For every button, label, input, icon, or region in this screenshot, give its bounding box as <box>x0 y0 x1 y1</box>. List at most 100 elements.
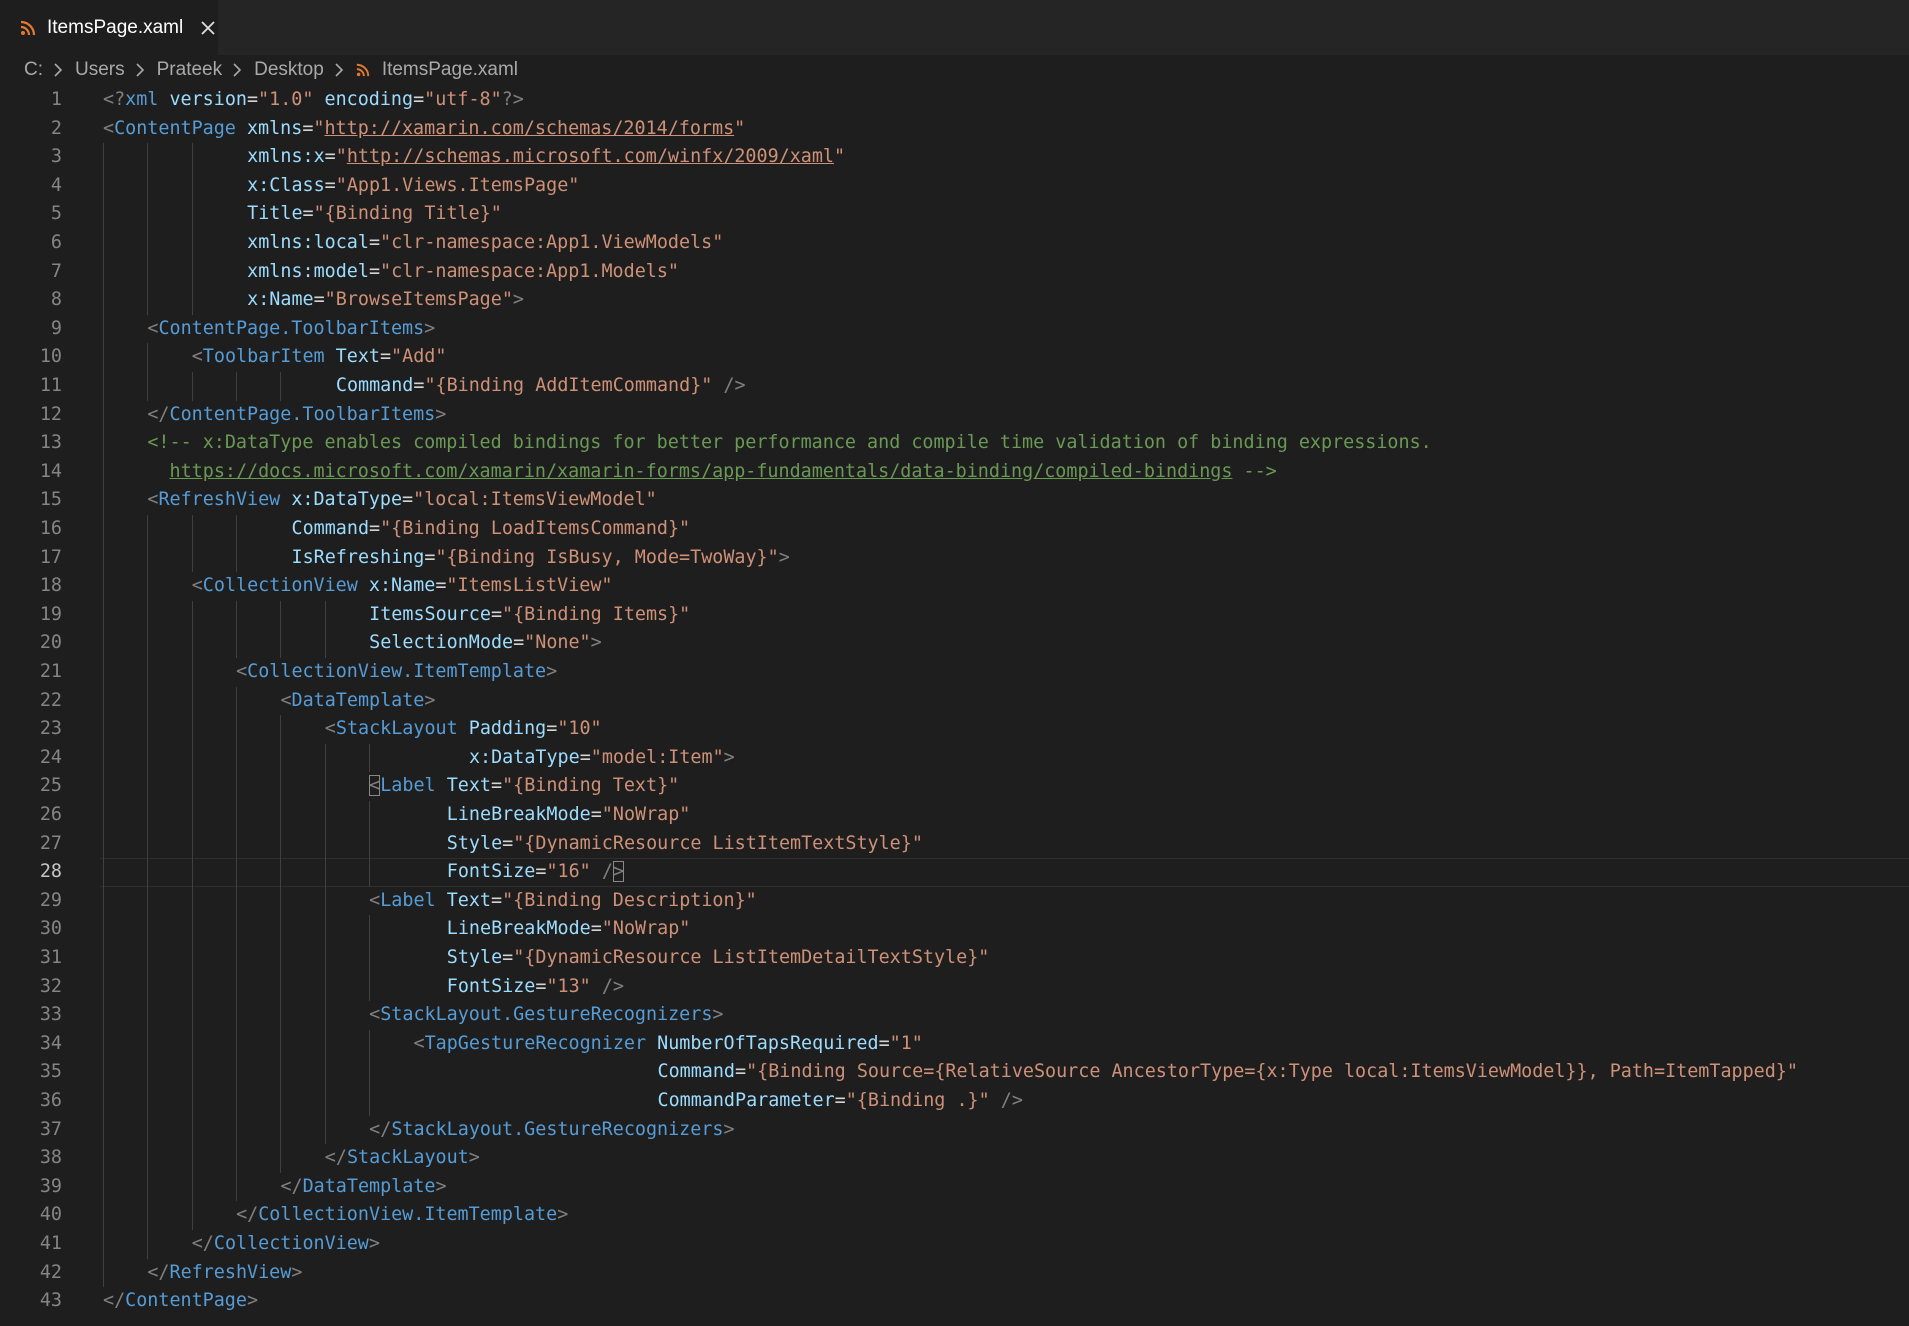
code-token: = <box>502 832 514 854</box>
code-token: > <box>590 632 602 654</box>
code-text: Command="{Binding LoadItemsCommand}" <box>292 515 691 544</box>
code-line[interactable]: 33 <StackLayout.GestureRecognizers> <box>0 1001 1909 1030</box>
code-text: <CollectionView.ItemTemplate> <box>236 658 557 687</box>
code-line[interactable]: 27 Style="{DynamicResource ListItemTextSt… <box>0 829 1909 859</box>
code-text: <Label Text="{Binding Description}" <box>369 887 757 916</box>
indent-guide <box>191 1058 193 1087</box>
code-line[interactable]: 7 xmlns:model="clr-namespace:App1.Models" <box>0 257 1909 287</box>
breadcrumb-item[interactable]: Desktop <box>254 59 324 81</box>
indent-guide <box>324 944 326 973</box>
code-token: > <box>424 689 436 711</box>
code-line[interactable]: 21 <CollectionView.ItemTemplate> <box>0 658 1909 687</box>
indent-guide <box>147 743 149 773</box>
indent-guide <box>369 972 371 1002</box>
code-editor[interactable]: 1 <?xml version="1.0" encoding="utf-8"?> 2… <box>0 86 1909 1326</box>
code-line[interactable]: 40 </CollectionView.ItemTemplate> <box>0 1201 1909 1230</box>
code-line[interactable]: 42 </RefreshView> <box>0 1258 1909 1288</box>
code-line[interactable]: 18 <CollectionView x:Name="ItemsListView" <box>0 572 1909 601</box>
code-line[interactable]: 41 </CollectionView> <box>0 1230 1909 1259</box>
code-token: Title <box>247 203 303 225</box>
indent-guide <box>280 372 282 401</box>
indent-guide <box>191 515 193 544</box>
code-line[interactable]: 10 <ToolbarItem Text="Add" <box>0 343 1909 372</box>
code-token: " <box>834 146 846 168</box>
code-line[interactable]: 14 https://docs.microsoft.com/xamarin/xam… <box>0 457 1909 487</box>
code-line[interactable]: 11 Command="{Binding AddItemCommand}" /> <box>0 372 1909 401</box>
code-line[interactable]: 36 CommandParameter="{Binding .}" /> <box>0 1087 1909 1116</box>
code-line[interactable]: 29 <Label Text="{Binding Description}" <box>0 886 1909 916</box>
indent-guide <box>147 915 149 944</box>
code-text: </CollectionView> <box>192 1230 380 1259</box>
code-text: FontSize="16" /> <box>447 858 624 887</box>
code-line[interactable]: 38 </StackLayout> <box>0 1144 1909 1173</box>
indent-guide <box>236 915 238 944</box>
code-line[interactable]: 37 </StackLayout.GestureRecognizers> <box>0 1115 1909 1145</box>
indent-guide <box>103 343 104 372</box>
code-line[interactable]: 6 xmlns:local="clr-namespace:App1.ViewMod… <box>0 229 1909 258</box>
code-token: x:Name <box>368 575 436 597</box>
tab-label: ItemsPage.xaml <box>47 16 184 38</box>
indent-guide <box>369 915 371 944</box>
code-token: = <box>369 518 381 539</box>
code-line[interactable]: 5 Title="{Binding Title}" <box>0 200 1909 229</box>
code-token: = <box>413 375 425 396</box>
code-line[interactable]: 26 LineBreakMode="NoWrap" <box>0 801 1909 830</box>
code-line[interactable]: 43 </ContentPage> <box>0 1287 1909 1316</box>
code-line[interactable]: 34 <TapGestureRecognizer NumberOfTapsRequ… <box>0 1029 1909 1059</box>
code-line[interactable]: 28 FontSize="16" /> <box>0 858 1909 887</box>
breadcrumb-item[interactable]: Users <box>75 59 125 81</box>
code-line[interactable]: 8 x:Name="BrowseItemsPage"> <box>0 286 1909 315</box>
code-token: ToolbarItem <box>202 346 325 368</box>
code-line[interactable]: 16 Command="{Binding LoadItemsCommand}" <box>0 515 1909 544</box>
code-line[interactable]: 31 Style="{DynamicResource ListItemDetail… <box>0 944 1909 973</box>
code-line[interactable]: 32 FontSize="13" /> <box>0 972 1909 1002</box>
code-line[interactable]: 22 <DataTemplate> <box>0 686 1909 716</box>
code-token: < <box>413 1032 425 1054</box>
code-line[interactable]: 9 <ContentPage.ToolbarItems> <box>0 314 1909 344</box>
code-token: Text <box>446 889 491 911</box>
code-token: http://schemas.microsoft.com/winfx/2009/… <box>346 146 835 168</box>
indent-guide <box>324 1001 326 1030</box>
breadcrumb-item[interactable]: C: <box>24 59 43 81</box>
code-line[interactable]: 30 LineBreakMode="NoWrap" <box>0 915 1909 944</box>
indent-guide <box>236 543 238 573</box>
code-token: > <box>291 1261 303 1283</box>
code-line[interactable]: 20 SelectionMode="None"> <box>0 629 1909 658</box>
indent-guide <box>236 1058 238 1087</box>
code-line[interactable]: 12 </ContentPage.ToolbarItems> <box>0 400 1909 430</box>
code-line[interactable]: 25 <Label Text="{Binding Text}" <box>0 772 1909 801</box>
indent-guide <box>147 886 149 916</box>
code-line[interactable]: 23 <StackLayout Padding="10" <box>0 715 1909 744</box>
line-number: 18 <box>39 575 62 597</box>
indent-guide <box>369 801 371 830</box>
code-line[interactable]: 2 <ContentPage xmlns="http://xamarin.com/… <box>0 115 1909 144</box>
code-line[interactable]: 1 <?xml version="1.0" encoding="utf-8"?> <box>0 86 1909 115</box>
code-line[interactable]: 13 <!-- x:DataType enables compiled bindi… <box>0 429 1909 458</box>
indent-guide <box>103 1087 104 1116</box>
code-line[interactable]: 39 </DataTemplate> <box>0 1172 1909 1202</box>
code-line[interactable]: 35 Command="{Binding Source={RelativeSour… <box>0 1058 1909 1087</box>
tab-itemspage[interactable]: ItemsPage.xaml <box>0 0 218 55</box>
code-line[interactable]: 3 xmlns:x="http://schemas.microsoft.com/w… <box>0 143 1909 172</box>
code-line[interactable]: 4 x:Class="App1.Views.ItemsPage" <box>0 171 1909 201</box>
indent-guide <box>103 1001 104 1030</box>
code-line[interactable]: 24 x:DataType="model:Item"> <box>0 743 1909 773</box>
line-number: 32 <box>39 975 62 997</box>
indent-guide <box>103 257 104 287</box>
line-number: 39 <box>39 1175 62 1197</box>
close-icon[interactable] <box>199 19 217 37</box>
code-token: "utf-8" <box>424 89 502 110</box>
breadcrumb-item[interactable]: Prateek <box>157 59 222 81</box>
code-line[interactable]: 17 IsRefreshing="{Binding IsBusy, Mode=Tw… <box>0 543 1909 573</box>
code-token: < <box>236 661 248 682</box>
code-token: xmlns:model <box>247 260 369 282</box>
code-line[interactable]: 19 ItemsSource="{Binding Items}" <box>0 600 1909 630</box>
indent-guide <box>103 743 104 773</box>
code-token: FontSize <box>446 975 536 997</box>
code-text: x:Class="App1.Views.ItemsPage" <box>247 172 579 201</box>
breadcrumb-item[interactable]: ItemsPage.xaml <box>382 59 518 81</box>
indent-guide <box>103 400 104 430</box>
code-line[interactable]: 15 <RefreshView x:DataType="local:ItemsVi… <box>0 486 1909 515</box>
